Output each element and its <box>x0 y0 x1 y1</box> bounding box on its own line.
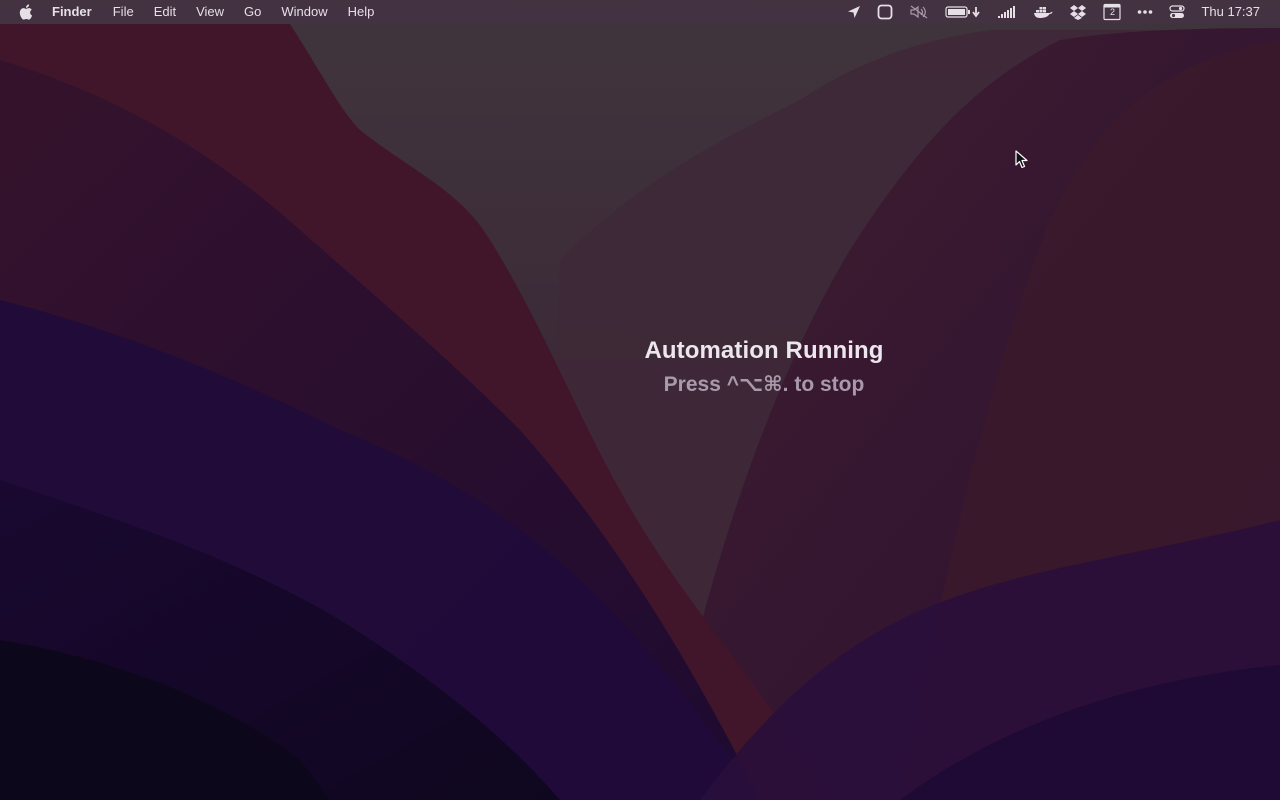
menu-bar: Finder File Edit View Go Window Help 2 T… <box>0 0 1280 24</box>
calendar-icon[interactable]: 2 <box>1103 0 1122 24</box>
menu-window[interactable]: Window <box>271 0 337 24</box>
location-icon[interactable] <box>847 0 861 24</box>
menu-bar-right: 2 Thu 17:37 <box>839 0 1280 24</box>
more-icon[interactable] <box>1137 0 1153 24</box>
control-center-icon[interactable] <box>1169 0 1186 24</box>
calendar-day: 2 <box>1109 7 1115 17</box>
docker-icon[interactable] <box>1033 0 1053 24</box>
desktop[interactable]: Finder File Edit View Go Window Help 2 T… <box>0 0 1280 800</box>
battery-icon[interactable] <box>945 0 981 24</box>
menu-view[interactable]: View <box>186 0 234 24</box>
menu-bar-left: Finder File Edit View Go Window Help <box>0 0 384 24</box>
muted-icon[interactable] <box>909 0 929 24</box>
clock[interactable]: Thu 17:37 <box>1201 0 1260 24</box>
wallpaper <box>0 0 1280 800</box>
signal-bars-icon[interactable] <box>997 0 1017 24</box>
apple-icon[interactable] <box>18 0 34 24</box>
menu-file[interactable]: File <box>103 0 144 24</box>
menu-help[interactable]: Help <box>338 0 385 24</box>
mouse-pointer-icon <box>1015 150 1028 169</box>
menu-edit[interactable]: Edit <box>144 0 186 24</box>
dropbox-icon[interactable] <box>1069 0 1087 24</box>
stage-manager-icon[interactable] <box>877 0 893 24</box>
app-menu-finder[interactable]: Finder <box>52 0 102 24</box>
menu-go[interactable]: Go <box>234 0 271 24</box>
